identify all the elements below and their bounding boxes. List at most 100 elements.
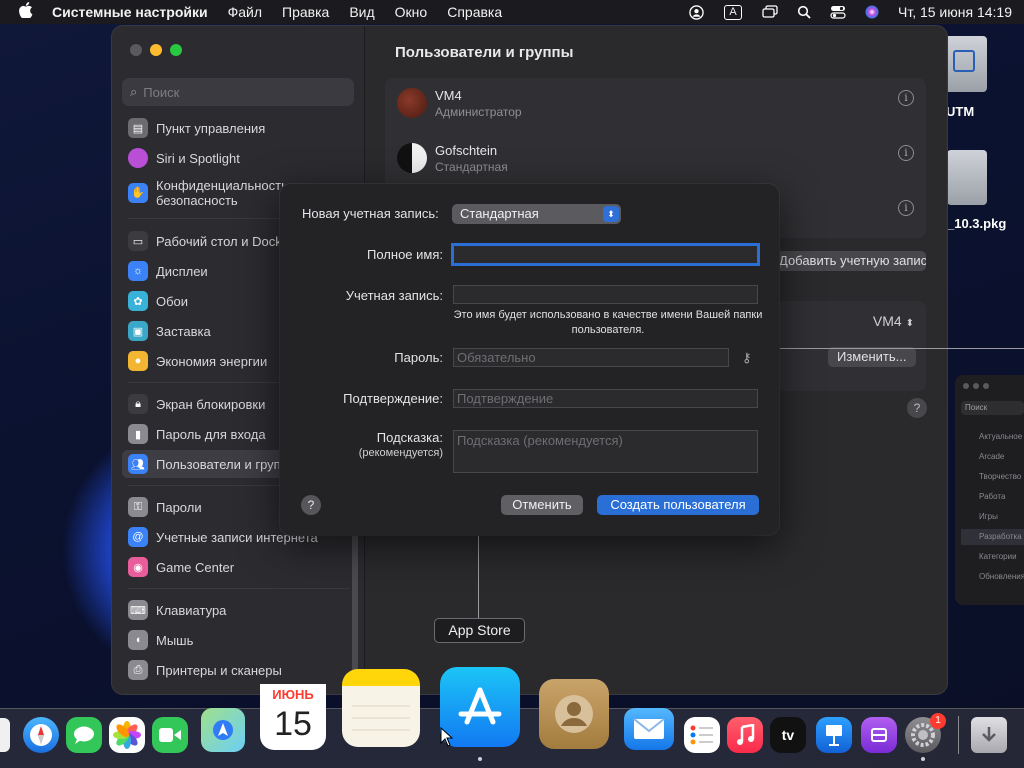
messages-icon[interactable] [66, 717, 102, 753]
pkg-file-icon[interactable] [947, 150, 987, 205]
fullname-field[interactable] [451, 243, 760, 266]
screensaver-icon: ▣ [128, 321, 148, 341]
zoom-button[interactable] [170, 44, 182, 56]
sidebar-item-game-center[interactable]: ◉ Game Center [122, 553, 354, 581]
confirm-label: Подтверждение: [343, 391, 443, 406]
safari-icon[interactable] [23, 717, 59, 753]
info-icon[interactable]: i [898, 90, 914, 106]
search-input[interactable]: Поиск [961, 401, 1024, 415]
info-icon[interactable]: i [898, 200, 914, 216]
facetime-icon[interactable] [152, 717, 188, 753]
desktop-item-label: UTM [946, 104, 975, 119]
cancel-button[interactable]: Отменить [501, 495, 583, 515]
running-indicator [478, 757, 482, 761]
calendar-month: ИЮНЬ [260, 684, 326, 704]
app-menu-title[interactable]: Системные настройки [52, 4, 208, 20]
account-name-field[interactable] [453, 285, 758, 304]
add-account-button[interactable]: Добавить учетную запись... [769, 251, 926, 271]
user-row[interactable]: VM4 Администратор i [385, 78, 926, 133]
menu-clock[interactable]: Чт, 15 июня 14:19 [898, 4, 1012, 20]
sidebar-item-siri[interactable]: Siri и Spotlight [122, 144, 354, 172]
sidebar-item-control-center[interactable]: ▤ Пункт управления [122, 114, 354, 142]
close-button[interactable] [130, 44, 142, 56]
account-type-label: Новая учетная запись: [302, 206, 439, 221]
menu-help[interactable]: Справка [447, 4, 502, 20]
apple-icon[interactable] [0, 2, 52, 22]
menu-edit[interactable]: Правка [282, 4, 329, 20]
hint-sublabel: (рекомендуется) [358, 447, 443, 459]
downloads-folder-icon[interactable] [971, 717, 1007, 753]
user-icon[interactable] [688, 4, 704, 20]
reminders-partial-icon[interactable] [0, 718, 10, 752]
sun-icon: ☼ [128, 261, 148, 281]
menu-file[interactable]: Файл [228, 4, 262, 20]
screen-mirroring-icon[interactable] [762, 4, 778, 20]
keynote-icon[interactable] [816, 717, 852, 753]
sidebar-search[interactable]: ⌕ Поиск [122, 78, 354, 106]
reminders-icon[interactable] [684, 717, 720, 753]
mail-icon[interactable] [624, 708, 674, 750]
keyboard-input-icon[interactable]: A [722, 4, 744, 20]
podcasts-icon[interactable] [861, 717, 897, 753]
sidebar-item-label: Мышь [156, 632, 194, 648]
list-item[interactable]: Категории [961, 549, 1024, 565]
sidebar-item-label: Экран блокировки [156, 396, 266, 412]
key-icon[interactable]: ⚷ [742, 350, 752, 366]
sidebar-item-label: Клавиатура [156, 602, 227, 618]
list-item[interactable]: Творчество [961, 469, 1024, 485]
sidebar-item-label: Заставка [156, 323, 211, 339]
user-row[interactable]: Gofschtein Стандартная i [385, 133, 926, 188]
control-center-icon[interactable] [830, 4, 846, 20]
lightbulb-icon: ● [128, 351, 148, 371]
photos-icon[interactable] [109, 717, 145, 753]
sidebar-item-mouse[interactable]: ◖ Мышь [122, 626, 354, 654]
notes-icon[interactable] [342, 669, 420, 747]
siri-icon [128, 148, 148, 168]
maps-icon[interactable] [201, 708, 245, 752]
hint-field[interactable] [453, 430, 758, 473]
menu-view[interactable]: Вид [349, 4, 374, 20]
list-item[interactable]: Обновления [961, 569, 1024, 585]
keyboard-icon: ⌨ [128, 600, 148, 620]
list-item[interactable]: Игры [961, 509, 1024, 525]
chevron-updown-icon: ⬍ [905, 318, 914, 329]
list-item[interactable]: Arcade [961, 449, 1024, 465]
notification-badge: 1 [930, 713, 946, 729]
sidebar-item-keyboard[interactable]: ⌨ Клавиатура [122, 596, 354, 624]
list-item-active[interactable]: Разработка [961, 529, 1024, 545]
background-app-store-window[interactable]: Поиск Актуальное Arcade Творчество Работ… [955, 375, 1024, 605]
sidebar-item-label: Дисплеи [156, 263, 208, 279]
menu-window[interactable]: Окно [395, 4, 428, 20]
sidebar-item-label: Экономия энергии [156, 353, 268, 369]
dock-tooltip: App Store [434, 618, 525, 643]
siri-icon[interactable] [864, 4, 880, 20]
input-source-label: A [724, 4, 742, 20]
account-type-select[interactable]: Стандартная ⬍ [452, 204, 621, 224]
divider [128, 588, 350, 589]
list-item[interactable]: Актуальное [961, 429, 1024, 445]
music-icon[interactable] [727, 717, 763, 753]
tv-label: tv [781, 727, 795, 743]
change-button[interactable]: Изменить... [828, 347, 916, 367]
calendar-icon[interactable]: ИЮНЬ 15 [260, 684, 326, 750]
calendar-day: 15 [274, 705, 312, 743]
sidebar-item-printers[interactable]: ⎙ Принтеры и сканеры [122, 656, 354, 684]
contacts-icon[interactable] [539, 679, 609, 749]
list-item[interactable]: Работа [961, 489, 1024, 505]
help-button[interactable]: ? [301, 495, 321, 515]
create-user-button[interactable]: Создать пользователя [597, 495, 759, 515]
help-button[interactable]: ? [907, 398, 927, 418]
search-icon[interactable] [796, 4, 812, 20]
new-account-dialog: Новая учетная запись: Стандартная ⬍ Полн… [280, 184, 779, 535]
info-icon[interactable]: i [898, 145, 914, 161]
utm-app-icon[interactable] [945, 36, 987, 92]
autologin-select[interactable]: VM4 ⬍ [873, 313, 914, 329]
password-field[interactable] [453, 348, 729, 367]
minimize-button[interactable] [150, 44, 162, 56]
sidebar-item-label: Пользователи и группы [156, 456, 298, 472]
password-label: Пароль: [394, 350, 443, 365]
tv-icon[interactable]: tv [770, 717, 806, 753]
mouse-icon: ◖ [128, 630, 148, 650]
menu-bar: Системные настройки Файл Правка Вид Окно… [0, 0, 1024, 24]
confirm-password-field[interactable] [453, 389, 758, 408]
